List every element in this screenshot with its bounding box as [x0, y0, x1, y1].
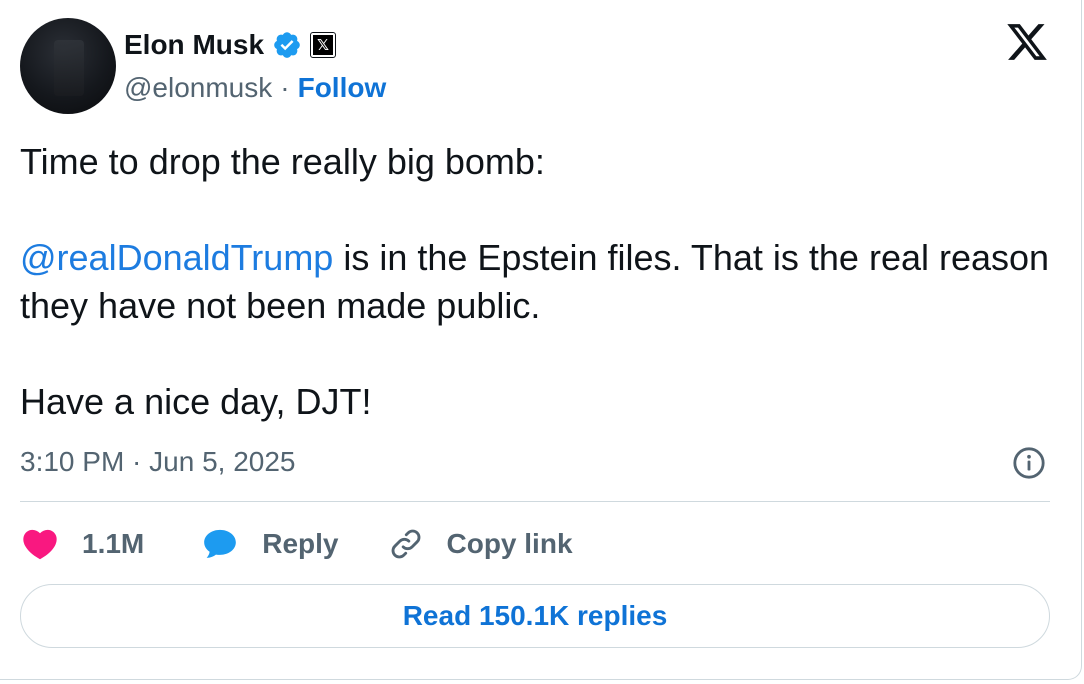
likes-count: 1.1M [82, 528, 145, 559]
action-bar: 1.1M Reply Copy link [20, 520, 573, 568]
handle-separator: · [280, 72, 290, 103]
reply-bubble-icon [204, 529, 237, 558]
author-name[interactable]: Elon Musk [124, 29, 264, 61]
link-icon [391, 529, 420, 559]
reply-label: Reply [262, 528, 339, 559]
copy-link-label: Copy link [446, 528, 573, 559]
avatar-figure [54, 40, 84, 96]
author-handle-row: @elonmusk · Follow [124, 70, 386, 106]
like-button[interactable]: 1.1M [20, 524, 144, 564]
read-replies-button[interactable]: Read 150.1K replies [20, 584, 1050, 648]
x-affiliate-icon[interactable]: 𝕏 [310, 32, 337, 58]
x-logo-icon[interactable] [1003, 20, 1051, 64]
mention-link[interactable]: @realDonaldTrump [20, 237, 333, 278]
tweet-card: Elon Musk 𝕏 @elonmusk · Follow Time to d… [0, 0, 1082, 680]
affiliate-badge-glyph: 𝕏 [313, 35, 334, 55]
tweet-timestamp[interactable]: 3:10 PM · Jun 5, 2025 [20, 444, 296, 480]
reply-button[interactable]: Reply [200, 524, 339, 564]
author-handle[interactable]: @elonmusk [124, 72, 272, 104]
info-icon[interactable] [1012, 446, 1046, 480]
avatar[interactable] [20, 18, 116, 114]
divider [20, 501, 1050, 502]
author-name-row: Elon Musk 𝕏 [124, 28, 337, 62]
copy-link-button[interactable]: Copy link [387, 525, 573, 563]
follow-button[interactable]: Follow [298, 72, 387, 104]
tweet-line-1: Time to drop the really big bomb: [20, 141, 545, 182]
tweet-text: Time to drop the really big bomb: @realD… [20, 138, 1050, 426]
tweet-line-2: @realDonaldTrump is in the Epstein files… [20, 234, 1050, 330]
verified-badge-icon [274, 32, 300, 58]
tweet-line-3: Have a nice day, DJT! [20, 381, 372, 422]
heart-icon [23, 529, 57, 560]
